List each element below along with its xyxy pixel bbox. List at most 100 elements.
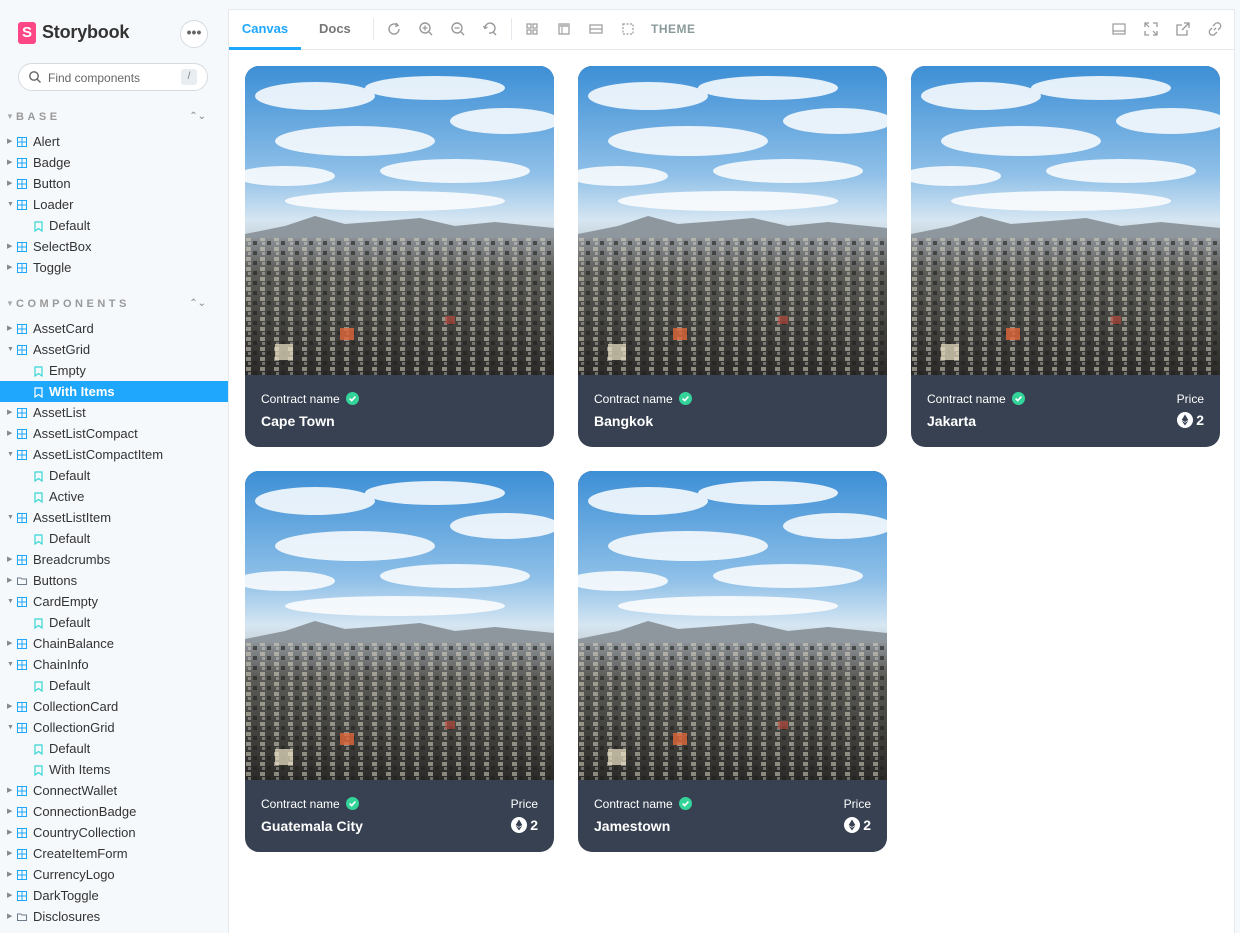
bookmark-icon — [34, 221, 43, 232]
sidebar-story-empty[interactable]: Empty — [0, 360, 228, 381]
section-base[interactable]: ▼ BASE ⌃⌄ — [6, 111, 216, 125]
component-icon — [17, 702, 27, 712]
asset-card[interactable]: Contract name Jamestown Price 2 — [578, 471, 887, 852]
sidebar-item-currencylogo[interactable]: ▶ CurrencyLogo — [0, 864, 228, 885]
sidebar-item-breadcrumbs[interactable]: ▶ Breadcrumbs — [0, 549, 228, 570]
component-icon — [17, 263, 27, 273]
sidebar-story-with-items[interactable]: With Items — [0, 381, 228, 402]
fullscreen-icon[interactable] — [1143, 21, 1159, 37]
sidebar-item-assetlistitem[interactable]: ▼ AssetListItem — [0, 507, 228, 528]
component-icon — [17, 158, 27, 168]
sidebar-item-loader[interactable]: ▼ Loader — [0, 194, 228, 215]
expand-collapse-icon[interactable]: ⌃⌄ — [189, 111, 206, 122]
sidebar-story-default[interactable]: Default — [0, 528, 228, 549]
caret-down-icon: ▼ — [7, 346, 14, 353]
sidebar-story-default[interactable]: Default — [0, 675, 228, 696]
open-new-tab-icon[interactable] — [1175, 21, 1191, 37]
sidebar-story-default[interactable]: Default — [0, 738, 228, 759]
bookmark-icon — [34, 471, 43, 482]
sidebar-story-loader-default[interactable]: Default — [0, 215, 228, 236]
component-icon — [17, 828, 27, 838]
outline-icon[interactable] — [620, 21, 636, 37]
asset-card[interactable]: Contract name Guatemala City Price 2 — [245, 471, 554, 852]
component-icon — [17, 242, 27, 252]
bookmark-icon — [34, 492, 43, 503]
asset-name: Jakarta — [927, 413, 977, 429]
component-icon — [17, 324, 27, 334]
sidebar-item-countrycollection[interactable]: ▶ CountryCollection — [0, 822, 228, 843]
sidebar-item-selectbox[interactable]: ▶ SelectBox — [0, 236, 228, 257]
sidebar-item-collectiongrid[interactable]: ▼ CollectionGrid — [0, 717, 228, 738]
search-input[interactable]: Find components — [48, 71, 140, 85]
contract-name-label: Contract name — [927, 392, 1006, 406]
sidebar-story-default[interactable]: Default — [0, 465, 228, 486]
panel-toggle-icon[interactable] — [1111, 21, 1127, 37]
copy-link-icon[interactable] — [1207, 21, 1223, 37]
grid-icon[interactable] — [524, 21, 540, 37]
sidebar-item-connectwallet[interactable]: ▶ ConnectWallet — [0, 780, 228, 801]
base-tree: ▶ Alert ▶ Badge ▶ Button ▼ Loader Defaul… — [0, 131, 228, 278]
theme-toggle[interactable]: THEME — [651, 22, 696, 36]
brand-name[interactable]: Storybook — [42, 22, 129, 43]
component-icon — [17, 137, 27, 147]
sidebar-story-active[interactable]: Active — [0, 486, 228, 507]
sidebar-item-assetlistcompactitem[interactable]: ▼ AssetListCompactItem — [0, 444, 228, 465]
bookmark-icon — [34, 681, 43, 692]
sidebar-item-cardempty[interactable]: ▼ CardEmpty — [0, 591, 228, 612]
sidebar-item-badge[interactable]: ▶ Badge — [0, 152, 228, 173]
sidebar-item-connectionbadge[interactable]: ▶ ConnectionBadge — [0, 801, 228, 822]
sidebar-item-disclosures[interactable]: ▶ Disclosures — [0, 906, 228, 927]
sidebar-item-assetlistcompact[interactable]: ▶ AssetListCompact — [0, 423, 228, 444]
sidebar-story-with-items[interactable]: With Items — [0, 759, 228, 780]
sidebar-item-assetgrid[interactable]: ▼ AssetGrid — [0, 339, 228, 360]
sidebar-item-chainbalance[interactable]: ▶ ChainBalance — [0, 633, 228, 654]
toolbar-divider — [511, 18, 512, 40]
sidebar-story-default[interactable]: Default — [0, 612, 228, 633]
sidebar-item-alert[interactable]: ▶ Alert — [0, 131, 228, 152]
contract-name-label: Contract name — [261, 797, 340, 811]
component-icon — [17, 429, 27, 439]
caret-down-icon: ▼ — [7, 451, 14, 458]
sidebar-item-collectioncard[interactable]: ▶ CollectionCard — [0, 696, 228, 717]
storybook-logo-icon[interactable]: S — [18, 22, 36, 44]
sidebar-item-createitemform[interactable]: ▶ CreateItemForm — [0, 843, 228, 864]
asset-name: Bangkok — [594, 413, 654, 429]
asset-card[interactable]: Contract name Bangkok — [578, 66, 887, 447]
contract-name-label: Contract name — [594, 392, 673, 406]
asset-card[interactable]: Contract name Jakarta Price 2 — [911, 66, 1220, 447]
component-icon — [17, 408, 27, 418]
sidebar-item-assetlist[interactable]: ▶ AssetList — [0, 402, 228, 423]
zoom-reset-icon[interactable] — [482, 21, 498, 37]
search-box[interactable]: Find components / — [18, 63, 208, 91]
bookmark-icon — [34, 618, 43, 629]
tab-canvas[interactable]: Canvas — [229, 10, 301, 50]
sidebar-item-darktoggle[interactable]: ▶ DarkToggle — [0, 885, 228, 906]
search-shortcut-key: / — [181, 69, 197, 85]
background-icon[interactable] — [556, 21, 572, 37]
caret-right-icon: ▶ — [7, 264, 13, 271]
caret-right-icon: ▶ — [7, 430, 13, 437]
expand-collapse-icon[interactable]: ⌃⌄ — [189, 298, 206, 309]
sidebar-item-chaininfo[interactable]: ▼ ChainInfo — [0, 654, 228, 675]
caret-right-icon: ▶ — [7, 829, 13, 836]
viewport-icon[interactable] — [588, 21, 604, 37]
section-components[interactable]: ▼ COMPONENTS ⌃⌄ — [6, 298, 216, 312]
sidebar-item-button[interactable]: ▶ Button — [0, 173, 228, 194]
zoom-out-icon[interactable] — [450, 21, 466, 37]
asset-name: Jamestown — [594, 818, 671, 834]
sidebar-item-buttons[interactable]: ▶ Buttons — [0, 570, 228, 591]
reload-icon[interactable] — [386, 21, 402, 37]
asset-image — [245, 471, 554, 780]
caret-down-icon: ▼ — [7, 598, 14, 605]
component-icon — [17, 849, 27, 859]
zoom-in-icon[interactable] — [418, 21, 434, 37]
caret-right-icon: ▶ — [7, 556, 13, 563]
price-value: 2 — [511, 817, 538, 835]
tab-docs[interactable]: Docs — [319, 10, 351, 50]
ethereum-icon — [511, 817, 528, 833]
sidebar-item-toggle[interactable]: ▶ Toggle — [0, 257, 228, 278]
toolbar: Canvas Docs THEME — [229, 10, 1235, 50]
asset-card[interactable]: Contract name Cape Town — [245, 66, 554, 447]
settings-menu-button[interactable]: ••• — [180, 20, 208, 48]
sidebar-item-assetcard[interactable]: ▶ AssetCard — [0, 318, 228, 339]
